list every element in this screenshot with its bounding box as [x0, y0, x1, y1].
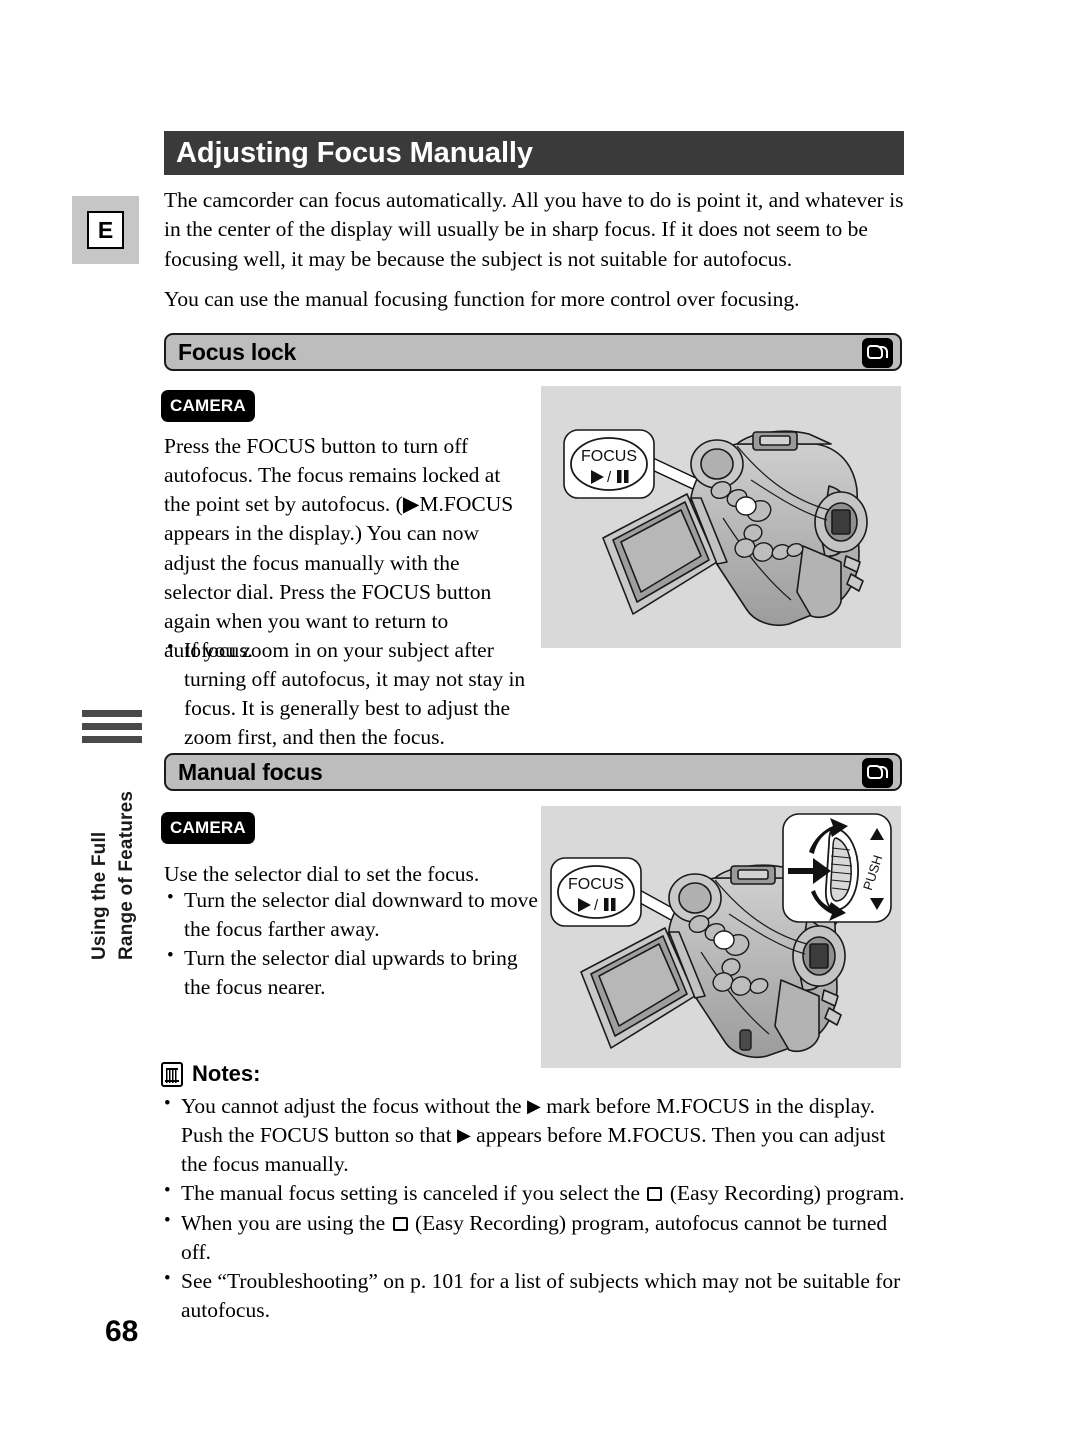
focus-button-callout: FOCUS / — [563, 429, 655, 499]
svg-text:FOCUS: FOCUS — [568, 876, 624, 893]
note-book-icon — [161, 1061, 183, 1087]
section-header-focus-lock: Focus lock — [164, 333, 902, 371]
camera-mode-badge: CAMERA — [161, 390, 255, 422]
chapter-side-label-line2: Range of Features — [116, 790, 137, 960]
section-title-focus-lock: Focus lock — [178, 338, 297, 365]
manual-focus-body-text: Use the selector dial to set the focus. — [164, 862, 480, 886]
language-tab: E — [72, 196, 139, 264]
play-triangle-icon: ▶ — [526, 1096, 541, 1116]
bullet-list: If you zoom in on your subject after tur… — [164, 635, 529, 753]
list-item: When you are using the (Easy Recording) … — [161, 1207, 906, 1267]
intro-paragraph-1: The camcorder can focus automatically. A… — [164, 188, 904, 271]
section-header-manual-focus: Manual focus — [164, 753, 902, 791]
camcorder-mode-icon — [862, 338, 893, 368]
page-title: Adjusting Focus Manually — [164, 131, 904, 175]
list-item: If you zoom in on your subject after tur… — [164, 635, 529, 753]
play-triangle-icon: ▶ — [456, 1125, 471, 1146]
page-number: 68 — [105, 1315, 139, 1348]
camcorder-mode-icon — [862, 758, 893, 788]
illustration-focus-lock: FOCUS / — [541, 386, 901, 648]
chapter-side-label-line1: Using the Full — [89, 831, 111, 960]
notes-list: You cannot adjust the focus without the … — [161, 1091, 906, 1325]
easy-recording-icon — [647, 1187, 663, 1202]
notes-heading-label: Notes: — [192, 1061, 261, 1086]
list-item: Turn the selector dial downward to move … — [164, 885, 539, 944]
language-tab-label: E — [87, 211, 124, 249]
list-item: You cannot adjust the focus without the … — [161, 1091, 906, 1179]
list-item: The manual focus setting is canceled if … — [161, 1178, 906, 1208]
camcorder-diagram-1: FOCUS / — [563, 429, 868, 626]
focus-button-callout: FOCUS / — [550, 857, 642, 927]
focus-lock-body-text: Press the FOCUS button to turn off autof… — [164, 434, 514, 662]
list-item: See “Troubleshooting” on p. 101 for a li… — [161, 1266, 906, 1325]
bullet-list: Turn the selector dial downward to move … — [164, 885, 539, 1003]
side-rule — [82, 710, 142, 717]
camcorder-diagram-2: FOCUS / PUSH — [550, 813, 892, 1058]
selector-dial-callout: PUSH — [782, 813, 892, 923]
easy-recording-icon — [392, 1216, 408, 1231]
focus-lock-bullet-list: If you zoom in on your subject after tur… — [164, 635, 529, 753]
manual-focus-bullet-list: Turn the selector dial downward to move … — [164, 885, 539, 1003]
intro-paragraph-2: You can use the manual focusing function… — [164, 287, 800, 311]
svg-text:FOCUS: FOCUS — [581, 448, 637, 465]
camera-mode-badge: CAMERA — [161, 812, 255, 844]
list-item: Turn the selector dial upwards to bring … — [164, 943, 539, 1002]
illustration-manual-focus: FOCUS / PUSH — [541, 806, 901, 1068]
notes-heading: Notes: — [161, 1061, 260, 1087]
side-rule — [82, 723, 142, 730]
section-title-manual-focus: Manual focus — [178, 758, 323, 785]
